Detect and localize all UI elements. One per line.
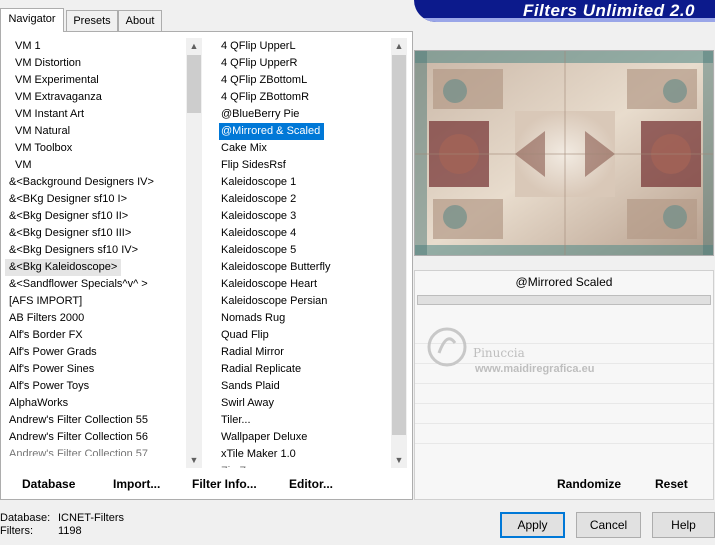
tab-navigator[interactable]: Navigator	[0, 8, 64, 32]
apply-button[interactable]: Apply	[500, 512, 565, 538]
editor-button[interactable]: Editor...	[289, 477, 333, 491]
category-item[interactable]: VM Distortion	[5, 55, 185, 72]
filter-item[interactable]: Kaleidoscope Butterfly	[217, 259, 389, 276]
category-item[interactable]: Andrew's Filter Collection 55	[5, 412, 185, 429]
database-value: ICNET-Filters	[58, 512, 124, 524]
filter-item[interactable]: Kaleidoscope Heart	[217, 276, 389, 293]
scroll-up-icon[interactable]: ▲	[391, 38, 407, 54]
database-label: Database:	[0, 512, 51, 524]
filter-item[interactable]: @Mirrored & Scaled	[219, 123, 325, 140]
database-button[interactable]: Database	[22, 477, 75, 491]
category-item[interactable]: Alf's Power Sines	[5, 361, 185, 378]
category-item[interactable]: &<Sandflower Specials^v^ >	[5, 276, 185, 293]
scrollbar-thumb[interactable]	[187, 55, 201, 113]
category-item[interactable]: &<Bkg Kaleidoscope>	[5, 259, 122, 276]
filters-count-value: 1198	[58, 525, 82, 537]
filter-item[interactable]: Tiler...	[217, 412, 389, 429]
help-button[interactable]: Help	[652, 512, 715, 538]
filter-item[interactable]: Zig Zag	[217, 463, 389, 468]
filter-item[interactable]: Kaleidoscope Persian	[217, 293, 389, 310]
reset-button[interactable]: Reset	[655, 477, 688, 491]
filter-info-button[interactable]: Filter Info...	[192, 477, 257, 491]
filter-item[interactable]: 4 QFlip ZBottomR	[217, 89, 389, 106]
parameter-separator	[417, 295, 711, 305]
watermark: Pinuccia www.maidiregrafica.eu	[425, 321, 625, 381]
watermark-site: www.maidiregrafica.eu	[475, 363, 595, 375]
category-item[interactable]: VM 1	[5, 38, 185, 55]
preview-image	[414, 50, 714, 256]
category-item[interactable]: VM Experimental	[5, 72, 185, 89]
divider	[415, 403, 713, 404]
category-item[interactable]: &<Background Designers IV>	[5, 174, 185, 191]
tab-about[interactable]: About	[118, 10, 162, 31]
category-item[interactable]: &<Bkg Designers sf10 IV>	[5, 242, 185, 259]
watermark-name: Pinuccia	[473, 346, 525, 360]
category-item[interactable]: VM Instant Art	[5, 106, 185, 123]
filter-item[interactable]: Radial Mirror	[217, 344, 389, 361]
kaleidoscope-preview-image	[415, 51, 713, 255]
scroll-down-icon[interactable]: ▼	[391, 452, 407, 468]
filter-item[interactable]: Cake Mix	[217, 140, 389, 157]
category-item[interactable]: Andrew's Filter Collection 57	[5, 446, 185, 456]
filter-item[interactable]: Swirl Away	[217, 395, 389, 412]
scroll-down-icon[interactable]: ▼	[186, 452, 202, 468]
scroll-up-icon[interactable]: ▲	[186, 38, 202, 54]
category-item[interactable]: Andrew's Filter Collection 56	[5, 429, 185, 446]
filter-item[interactable]: Kaleidoscope 1	[217, 174, 389, 191]
filter-parameters-panel: @Mirrored Scaled Pinuccia www.maidiregra…	[414, 270, 714, 500]
filter-item[interactable]: Kaleidoscope 2	[217, 191, 389, 208]
filter-item[interactable]: Quad Flip	[217, 327, 389, 344]
filter-item[interactable]: @BlueBerry Pie	[217, 106, 389, 123]
selected-filter-title: @Mirrored Scaled	[515, 275, 613, 289]
filters-count-label: Filters:	[0, 525, 33, 537]
app-title: Filters Unlimited 2.0	[522, 1, 695, 20]
import-button[interactable]: Import...	[113, 477, 160, 491]
watermark-logo-icon	[427, 327, 467, 367]
filter-list[interactable]: 4 QFlip UpperL 4 QFlip UpperR 4 QFlip ZBot…	[217, 38, 389, 468]
filter-item[interactable]: Kaleidoscope 3	[217, 208, 389, 225]
category-list[interactable]: VM 1 VM Distortion VM Experimental VM Extra…	[5, 38, 185, 468]
navigator-toolbar: Database Import... Filter Info... Editor…	[1, 469, 412, 499]
filter-item[interactable]: Kaleidoscope 5	[217, 242, 389, 259]
tab-presets[interactable]: Presets	[66, 10, 118, 31]
divider	[415, 383, 713, 384]
category-item[interactable]: Alf's Power Toys	[5, 378, 185, 395]
filter-item[interactable]: 4 QFlip UpperL	[217, 38, 389, 55]
app-banner: Filters Unlimited 2.0	[414, 0, 715, 22]
scrollbar-thumb[interactable]	[392, 55, 406, 435]
filter-scrollbar[interactable]: ▲ ▼	[391, 38, 407, 468]
filter-item[interactable]: Flip SidesRsf	[217, 157, 389, 174]
filter-item[interactable]: Nomads Rug	[217, 310, 389, 327]
category-item[interactable]: VM Extravaganza	[5, 89, 185, 106]
divider	[415, 443, 713, 444]
randomize-button[interactable]: Randomize	[557, 477, 621, 491]
filter-item[interactable]: Sands Plaid	[217, 378, 389, 395]
category-item[interactable]: VM	[5, 157, 185, 174]
parameter-buttons: Randomize Reset	[415, 473, 713, 497]
category-item[interactable]: AlphaWorks	[5, 395, 185, 412]
category-scrollbar[interactable]: ▲ ▼	[186, 38, 202, 468]
category-item[interactable]: &<BKg Designer sf10 I>	[5, 191, 185, 208]
category-item[interactable]: VM Toolbox	[5, 140, 185, 157]
filter-item[interactable]: Radial Replicate	[217, 361, 389, 378]
filter-item[interactable]: xTile Maker 1.0	[217, 446, 389, 463]
category-item[interactable]: AB Filters 2000	[5, 310, 185, 327]
category-item[interactable]: &<Bkg Designer sf10 III>	[5, 225, 185, 242]
category-item[interactable]: Alf's Border FX	[5, 327, 185, 344]
filter-item[interactable]: Kaleidoscope 4	[217, 225, 389, 242]
category-item[interactable]: &<Bkg Designer sf10 II>	[5, 208, 185, 225]
divider	[415, 423, 713, 424]
filter-item[interactable]: Wallpaper Deluxe	[217, 429, 389, 446]
category-item[interactable]: Alf's Power Grads	[5, 344, 185, 361]
navigator-panel: VM 1 VM Distortion VM Experimental VM Extra…	[0, 31, 413, 500]
filter-item[interactable]: 4 QFlip UpperR	[217, 55, 389, 72]
filter-item[interactable]: 4 QFlip ZBottomL	[217, 72, 389, 89]
cancel-button[interactable]: Cancel	[576, 512, 641, 538]
database-info: Database: ICNET-Filters Filters: 1198	[0, 512, 124, 538]
category-item[interactable]: [AFS IMPORT]	[5, 293, 185, 310]
category-item[interactable]: VM Natural	[5, 123, 185, 140]
